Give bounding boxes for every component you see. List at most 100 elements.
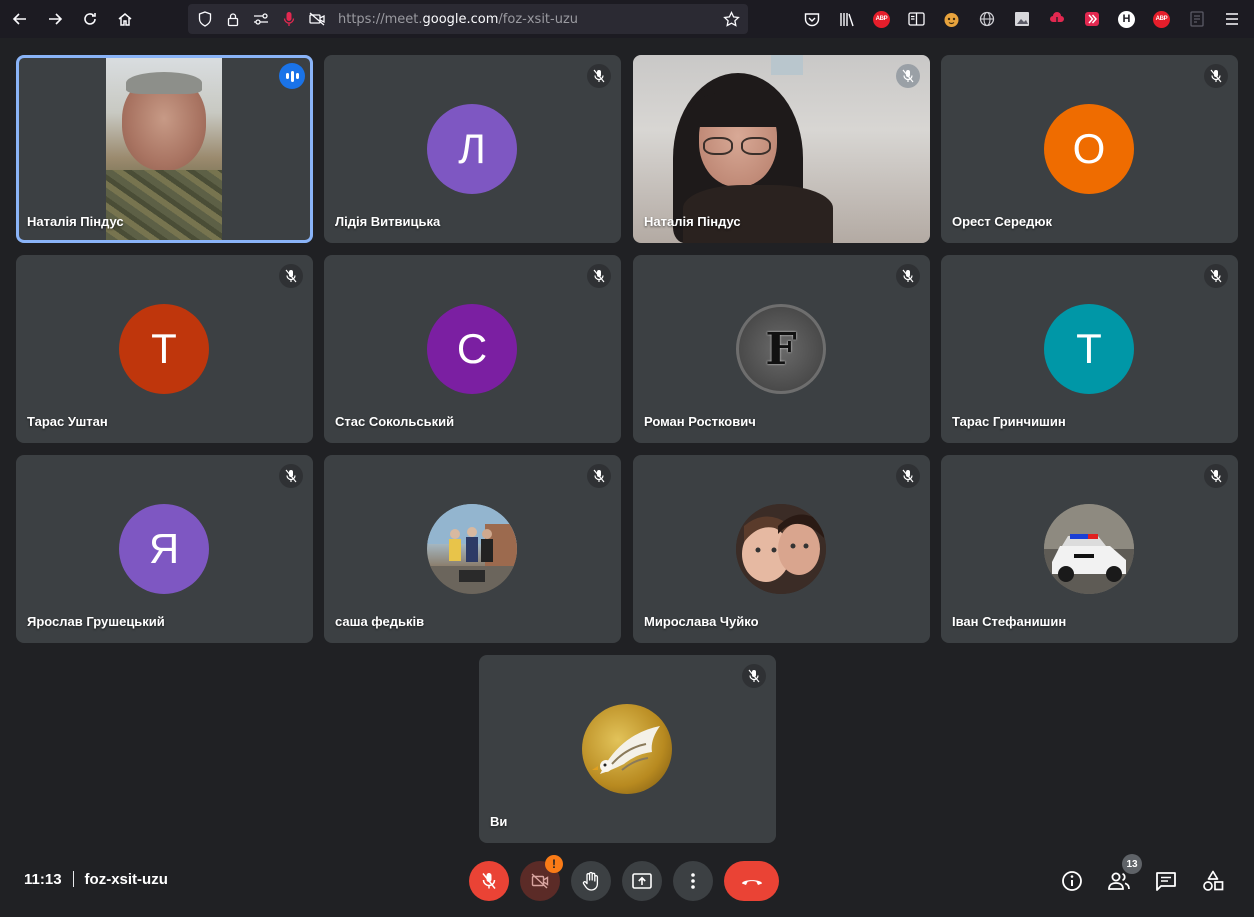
- mic-off-icon: [279, 264, 303, 288]
- mic-off-icon: [481, 872, 497, 890]
- participant-avatar-photo: [427, 504, 517, 594]
- mic-off-icon: [896, 64, 920, 88]
- home-icon[interactable]: [110, 4, 140, 34]
- address-bar[interactable]: https://meet.google.com/foz-xsit-uzu: [188, 4, 748, 34]
- participant-name: Іван Стефанишин: [952, 614, 1067, 629]
- lock-icon[interactable]: [222, 8, 244, 30]
- pocket-icon[interactable]: [794, 4, 829, 34]
- mic-off-icon: [742, 664, 766, 688]
- meeting-details-button[interactable]: [1057, 866, 1087, 896]
- participant-avatar: Т: [1044, 304, 1134, 394]
- more-options-icon: [691, 873, 695, 889]
- people-button[interactable]: 13: [1104, 854, 1142, 896]
- participant-video: [106, 58, 222, 240]
- activities-icon: [1202, 870, 1224, 892]
- video-extension-icon[interactable]: [1074, 4, 1109, 34]
- speaking-indicator-icon: [279, 63, 305, 89]
- camera-blocked-icon[interactable]: [306, 8, 328, 30]
- camera-warning-badge: !: [545, 855, 563, 873]
- divider: [72, 871, 74, 887]
- participant-avatar: Л: [427, 104, 517, 194]
- adblock-icon-2[interactable]: ABP: [1144, 4, 1179, 34]
- mic-off-icon: [587, 264, 611, 288]
- participant-tile[interactable]: Мирослава Чуйко: [633, 455, 930, 643]
- globe-icon[interactable]: [969, 4, 1004, 34]
- fox-extension-icon[interactable]: [934, 4, 969, 34]
- participant-tile[interactable]: С Стас Сокольський: [324, 255, 621, 443]
- shield-icon[interactable]: [194, 8, 216, 30]
- participant-avatar: С: [427, 304, 517, 394]
- participant-name: Орест Середюк: [952, 214, 1052, 229]
- end-call-icon: [740, 876, 764, 886]
- browser-toolbar: https://meet.google.com/foz-xsit-uzu ABP: [0, 0, 1254, 38]
- participant-name: Наталія Піндус: [644, 214, 741, 229]
- participant-name: Роман Росткович: [644, 414, 756, 429]
- participant-tile[interactable]: Іван Стефанишин: [941, 455, 1238, 643]
- participant-name: Тарас Гринчишин: [952, 414, 1066, 429]
- mic-off-icon: [587, 464, 611, 488]
- library-icon[interactable]: [829, 4, 864, 34]
- meeting-code: foz-xsit-uzu: [84, 871, 168, 888]
- mic-off-icon: [1204, 64, 1228, 88]
- self-tile[interactable]: Ви: [479, 655, 776, 843]
- camera-off-icon: [531, 873, 549, 889]
- people-count-badge: 13: [1122, 854, 1142, 874]
- participant-tile[interactable]: Л Лідія Витвицька: [324, 55, 621, 243]
- participant-tile-active[interactable]: Наталія Піндус: [16, 55, 313, 243]
- mic-off-icon: [587, 64, 611, 88]
- activities-button[interactable]: [1198, 866, 1228, 896]
- mic-off-icon: [279, 464, 303, 488]
- participant-name: Ярослав Грушецький: [27, 614, 165, 629]
- participant-tile[interactable]: Т Тарас Гринчишин: [941, 255, 1238, 443]
- extensions-toolbar: ABP H ABP: [794, 4, 1249, 34]
- mic-off-icon: [1204, 464, 1228, 488]
- participant-avatar: F: [736, 304, 826, 394]
- participant-tile[interactable]: Т Тарас Уштан: [16, 255, 313, 443]
- participant-avatar-photo: [736, 504, 826, 594]
- adblock-icon[interactable]: ABP: [864, 4, 899, 34]
- forward-icon[interactable]: [40, 4, 70, 34]
- more-options-button[interactable]: [673, 861, 713, 901]
- screenshot-icon[interactable]: [1004, 4, 1039, 34]
- people-icon: [1107, 872, 1131, 890]
- participant-name: Наталія Піндус: [27, 214, 124, 229]
- participant-name: Лідія Витвицька: [335, 214, 441, 229]
- participant-name: Мирослава Чуйко: [644, 614, 759, 629]
- participant-name: Ви: [490, 814, 508, 829]
- mic-off-icon: [896, 464, 920, 488]
- permissions-icon[interactable]: [250, 8, 272, 30]
- participant-tile[interactable]: F Роман Росткович: [633, 255, 930, 443]
- back-icon[interactable]: [5, 4, 35, 34]
- disabled-extension-icon[interactable]: [1179, 4, 1214, 34]
- participant-avatar-photo: [582, 704, 672, 794]
- participant-avatar-photo: [1044, 504, 1134, 594]
- participant-avatar: Т: [119, 304, 209, 394]
- mic-off-icon: [1204, 264, 1228, 288]
- meeting-time: 11:13: [24, 871, 62, 888]
- toggle-camera-button[interactable]: !: [520, 855, 563, 901]
- info-icon: [1061, 870, 1083, 892]
- participant-tile[interactable]: О Орест Середюк: [941, 55, 1238, 243]
- save-extension-icon[interactable]: [1039, 4, 1074, 34]
- end-call-button[interactable]: [724, 861, 779, 901]
- participant-name: Тарас Уштан: [27, 414, 108, 429]
- chat-button[interactable]: [1151, 866, 1181, 896]
- url-text[interactable]: https://meet.google.com/foz-xsit-uzu: [338, 12, 578, 27]
- toggle-mic-button[interactable]: [469, 861, 509, 901]
- participant-avatar: Я: [119, 504, 209, 594]
- raise-hand-button[interactable]: [571, 861, 611, 901]
- participant-tile[interactable]: Я Ярослав Грушецький: [16, 455, 313, 643]
- mic-off-icon: [896, 264, 920, 288]
- reload-icon[interactable]: [75, 4, 105, 34]
- participant-name: саша федьків: [335, 614, 425, 629]
- participant-tile[interactable]: саша федьків: [324, 455, 621, 643]
- chat-icon: [1155, 871, 1177, 891]
- mic-blocked-icon[interactable]: [278, 8, 300, 30]
- participant-tile[interactable]: Наталія Піндус: [633, 55, 930, 243]
- menu-icon[interactable]: [1214, 4, 1249, 34]
- reader-view-icon[interactable]: [899, 4, 934, 34]
- present-screen-button[interactable]: [622, 861, 662, 901]
- bookmark-star-icon[interactable]: [720, 8, 742, 30]
- present-screen-icon: [632, 873, 652, 889]
- h-extension-icon[interactable]: H: [1109, 4, 1144, 34]
